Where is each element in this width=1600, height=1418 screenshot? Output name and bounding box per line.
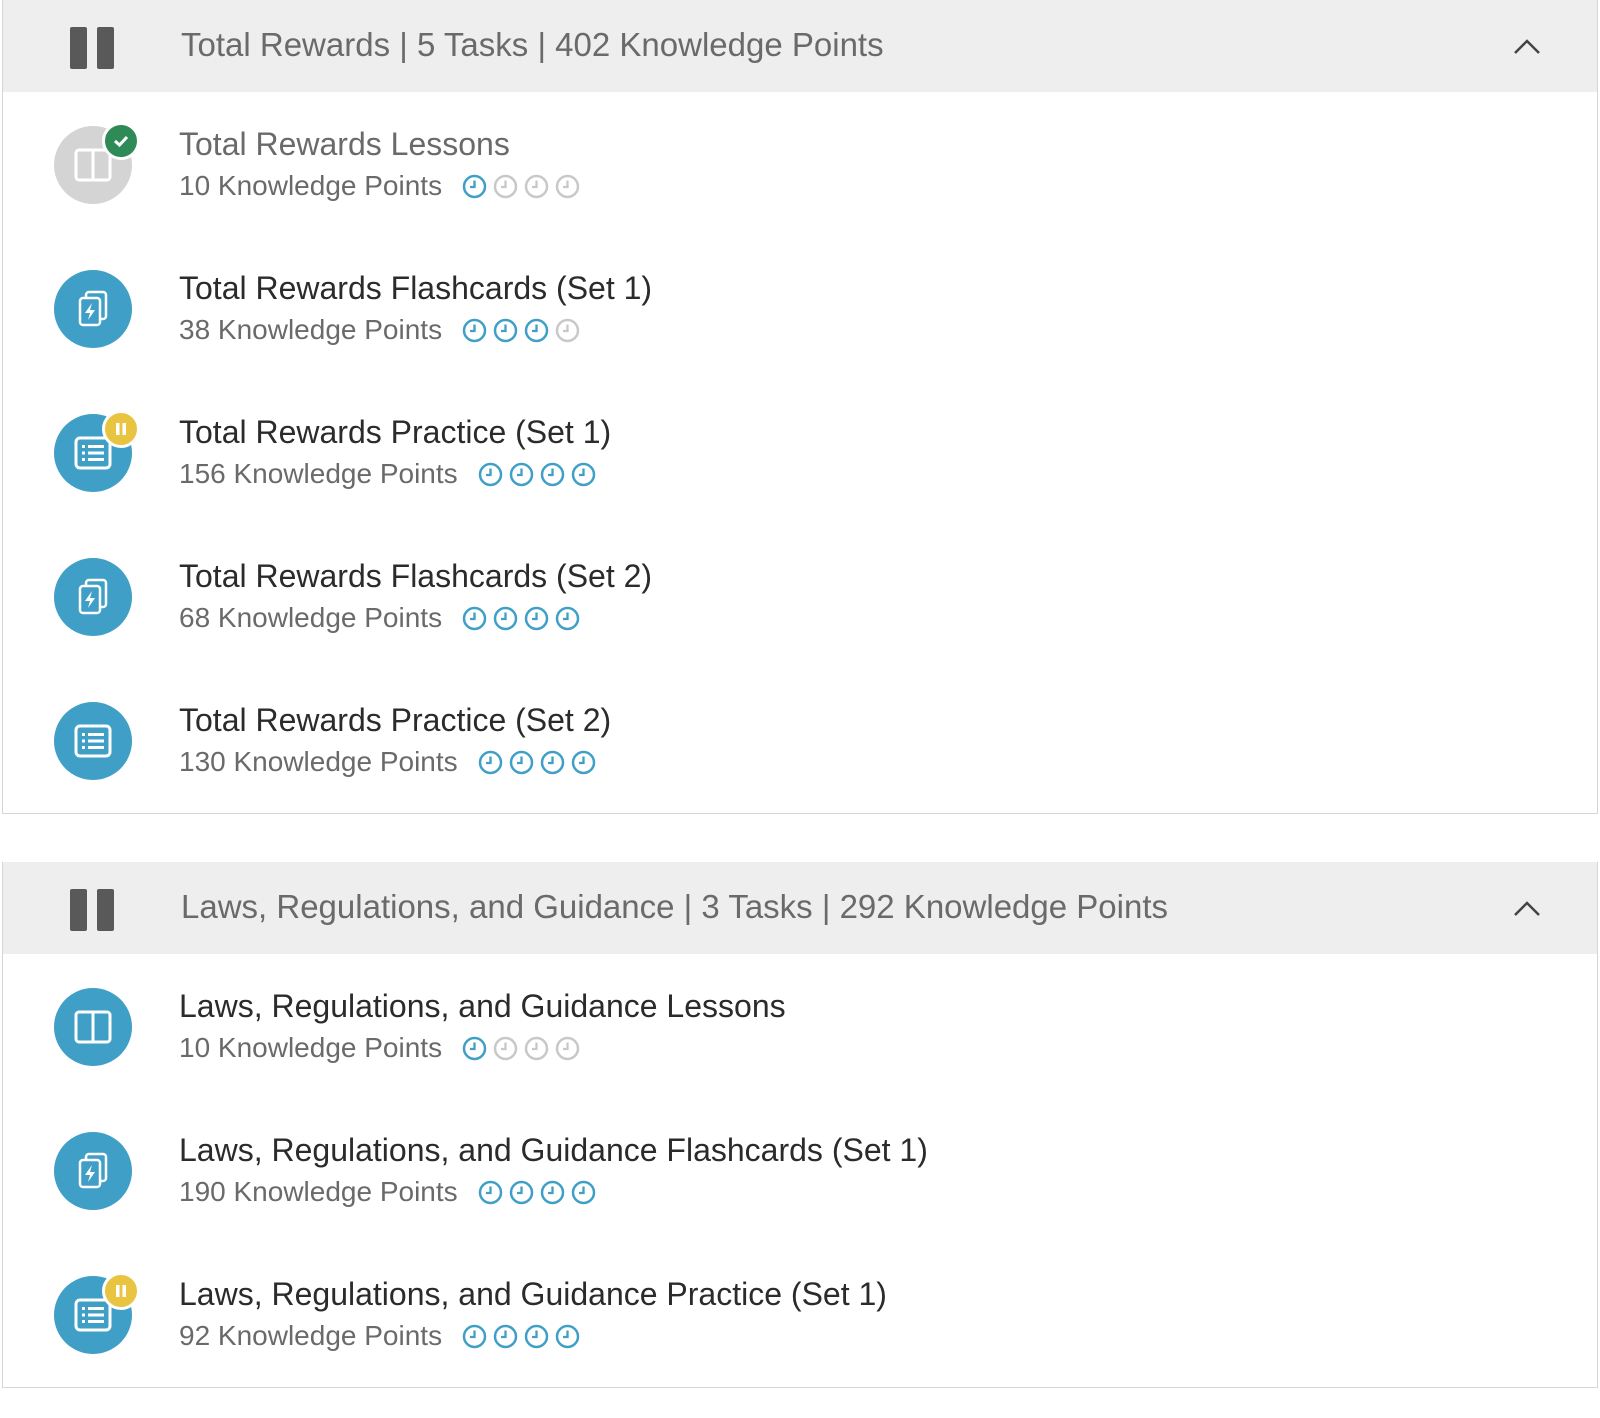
task-title[interactable]: Total Rewards Flashcards (Set 1)	[179, 270, 652, 307]
task-row[interactable]: Total Rewards Practice (Set 2) 130 Knowle…	[3, 668, 1597, 812]
task-points-row: 38 Knowledge Points	[179, 314, 586, 346]
practice-list-icon	[54, 702, 132, 780]
chevron-up-icon[interactable]	[1513, 898, 1541, 918]
knowledge-points: 156 Knowledge Points	[179, 458, 458, 489]
clock-icon	[524, 606, 555, 631]
section-header[interactable]: Total Rewards | 5 Tasks | 402 Knowledge …	[3, 0, 1597, 92]
task-list: Total Rewards Lessons 10 Knowledge Points…	[3, 92, 1597, 812]
section-title: Laws, Regulations, and Guidance | 3 Task…	[181, 888, 1168, 925]
clock-icon	[524, 174, 555, 199]
task-title[interactable]: Total Rewards Flashcards (Set 2)	[179, 558, 652, 595]
flashcards-icon	[54, 1132, 132, 1210]
clock-icon	[509, 1180, 540, 1205]
task-list: Laws, Regulations, and Guidance Lessons 1…	[3, 954, 1597, 1386]
clock-icon	[462, 606, 493, 631]
clock-icon	[540, 462, 571, 487]
flashcards-icon	[54, 270, 132, 348]
task-points-row: 130 Knowledge Points	[179, 746, 602, 778]
section-laws-regulations: Laws, Regulations, and Guidance | 3 Task…	[2, 862, 1598, 1388]
progress-clocks	[478, 750, 602, 775]
knowledge-points: 130 Knowledge Points	[179, 746, 458, 777]
task-points-row: 190 Knowledge Points	[179, 1176, 602, 1208]
task-title[interactable]: Laws, Regulations, and Guidance Lessons	[179, 988, 786, 1025]
practice-list-icon	[54, 1272, 140, 1354]
section-title: Total Rewards | 5 Tasks | 402 Knowledge …	[181, 26, 884, 63]
clock-icon	[493, 606, 524, 631]
task-points-row: 68 Knowledge Points	[179, 602, 586, 634]
task-row[interactable]: Laws, Regulations, and Guidance Practice…	[3, 1242, 1597, 1386]
progress-clocks	[462, 606, 586, 631]
completed-check-icon	[102, 122, 140, 160]
clock-icon	[493, 318, 524, 343]
clock-icon	[540, 750, 571, 775]
progress-clocks	[462, 1036, 586, 1061]
clock-icon	[555, 1324, 586, 1349]
progress-clocks	[462, 318, 586, 343]
clock-icon	[555, 606, 586, 631]
clock-icon	[524, 1324, 555, 1349]
clock-icon	[555, 318, 586, 343]
clock-icon	[462, 318, 493, 343]
clock-icon	[478, 750, 509, 775]
task-title[interactable]: Total Rewards Practice (Set 2)	[179, 702, 611, 739]
task-title[interactable]: Laws, Regulations, and Guidance Practice…	[179, 1276, 887, 1313]
book-icon	[54, 122, 140, 204]
task-row[interactable]: Laws, Regulations, and Guidance Flashcar…	[3, 1098, 1597, 1242]
task-title[interactable]: Laws, Regulations, and Guidance Flashcar…	[179, 1132, 928, 1169]
pause-icon	[70, 889, 114, 931]
flashcards-icon	[54, 558, 132, 636]
clock-icon	[462, 174, 493, 199]
clock-icon	[555, 1036, 586, 1061]
section-header[interactable]: Laws, Regulations, and Guidance | 3 Task…	[3, 862, 1597, 954]
book-icon	[54, 988, 132, 1066]
task-points-row: 10 Knowledge Points	[179, 1032, 586, 1064]
paused-badge-icon	[102, 410, 140, 448]
paused-badge-icon	[102, 1272, 140, 1310]
clock-icon	[478, 462, 509, 487]
task-title[interactable]: Total Rewards Practice (Set 1)	[179, 414, 611, 451]
progress-clocks	[478, 1180, 602, 1205]
clock-icon	[509, 462, 540, 487]
knowledge-points: 10 Knowledge Points	[179, 170, 443, 201]
task-row[interactable]: Total Rewards Flashcards (Set 2) 68 Knowl…	[3, 524, 1597, 668]
task-points-row: 10 Knowledge Points	[179, 170, 586, 202]
clock-icon	[509, 750, 540, 775]
task-row[interactable]: Laws, Regulations, and Guidance Lessons 1…	[3, 954, 1597, 1098]
clock-icon	[571, 462, 602, 487]
clock-icon	[478, 1180, 509, 1205]
progress-clocks	[478, 462, 602, 487]
progress-clocks	[462, 174, 586, 199]
task-title[interactable]: Total Rewards Lessons	[179, 126, 510, 163]
practice-list-icon	[54, 410, 140, 492]
clock-icon	[462, 1036, 493, 1061]
clock-icon	[524, 1036, 555, 1061]
task-points-row: 156 Knowledge Points	[179, 458, 602, 490]
task-points-row: 92 Knowledge Points	[179, 1320, 586, 1352]
knowledge-points: 92 Knowledge Points	[179, 1320, 443, 1351]
clock-icon	[571, 1180, 602, 1205]
section-total-rewards: Total Rewards | 5 Tasks | 402 Knowledge …	[2, 0, 1598, 814]
task-row[interactable]: Total Rewards Practice (Set 1) 156 Knowle…	[3, 380, 1597, 524]
progress-clocks	[462, 1324, 586, 1349]
task-row[interactable]: Total Rewards Flashcards (Set 1) 38 Knowl…	[3, 236, 1597, 380]
clock-icon	[462, 1324, 493, 1349]
clock-icon	[493, 174, 524, 199]
clock-icon	[524, 318, 555, 343]
pause-icon	[70, 27, 114, 69]
clock-icon	[555, 174, 586, 199]
clock-icon	[493, 1036, 524, 1061]
clock-icon	[571, 750, 602, 775]
knowledge-points: 190 Knowledge Points	[179, 1176, 458, 1207]
knowledge-points: 68 Knowledge Points	[179, 602, 443, 633]
knowledge-points: 10 Knowledge Points	[179, 1032, 443, 1063]
chevron-up-icon[interactable]	[1513, 36, 1541, 56]
task-row[interactable]: Total Rewards Lessons 10 Knowledge Points	[3, 92, 1597, 236]
knowledge-points: 38 Knowledge Points	[179, 314, 443, 345]
clock-icon	[493, 1324, 524, 1349]
clock-icon	[540, 1180, 571, 1205]
